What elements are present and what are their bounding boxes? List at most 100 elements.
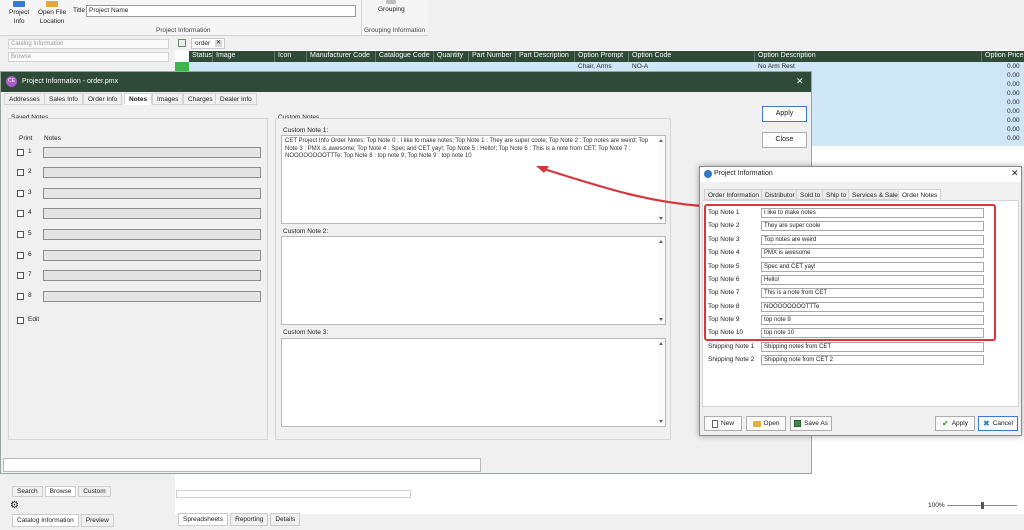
print-checkbox[interactable] xyxy=(17,272,24,279)
tab-order-info[interactable]: Order Info xyxy=(83,93,123,105)
tab-order-notes[interactable]: Order Notes xyxy=(898,189,942,200)
tab-dealer-info[interactable]: Dealer Info xyxy=(215,93,257,105)
tab-sales-info[interactable]: Sales Info xyxy=(44,93,83,105)
vertical-scrollbar[interactable] xyxy=(657,237,665,324)
col-option-price[interactable]: Option Price xyxy=(985,52,1024,59)
saved-note-field[interactable] xyxy=(43,167,261,178)
project-info-icon xyxy=(13,1,26,7)
tab-sold-to[interactable]: Sold to xyxy=(796,189,825,200)
tab-charges[interactable]: Charges xyxy=(183,93,218,105)
print-checkbox[interactable] xyxy=(17,190,24,197)
tab-notes[interactable]: Notes xyxy=(124,93,153,105)
tab-distributor[interactable]: Distributor xyxy=(761,189,799,200)
new-document-icon xyxy=(711,419,718,428)
tab-addresses[interactable]: Addresses xyxy=(4,93,45,105)
saved-note-field[interactable] xyxy=(43,270,261,281)
top-note-field[interactable]: They are super coole xyxy=(761,221,984,231)
top-note-field[interactable]: NOOOOOOOOTTTe xyxy=(761,302,984,312)
col-part-description[interactable]: Part Description xyxy=(519,52,569,59)
tab-spreadsheets[interactable]: Spreadsheets xyxy=(178,513,229,526)
edit-checkbox[interactable] xyxy=(17,317,24,324)
open-button[interactable]: Open xyxy=(746,416,786,431)
grouping-information-group-label: Grouping Information xyxy=(364,27,426,34)
browse-field[interactable]: Browse xyxy=(8,52,169,62)
custom-note-2-textarea[interactable] xyxy=(281,236,666,325)
app-icon xyxy=(704,170,712,178)
print-checkbox[interactable] xyxy=(17,149,24,156)
shipping-note-label: Shipping Note 1 xyxy=(708,343,755,350)
close-icon[interactable]: ✕ xyxy=(1011,168,1019,179)
saved-note-field[interactable] xyxy=(43,291,261,302)
print-checkbox[interactable] xyxy=(17,252,24,259)
shipping-note-field[interactable]: Shipping notes from CET xyxy=(761,342,984,352)
new-button[interactable]: New xyxy=(704,416,742,431)
saved-note-field[interactable] xyxy=(43,188,261,199)
apply-button[interactable]: Apply xyxy=(762,106,807,122)
open-file-location-button[interactable]: Open File Location xyxy=(38,1,66,26)
dialog-title-bar: Project Information ✕ xyxy=(700,167,1021,182)
top-note-field[interactable]: top note 10 xyxy=(761,328,984,338)
tab-details[interactable]: Details xyxy=(270,513,301,526)
col-option-code[interactable]: Option Code xyxy=(632,52,671,59)
print-checkbox[interactable] xyxy=(17,293,24,300)
top-note-field[interactable]: This is a note from CET xyxy=(761,288,984,298)
catalog-tabs: Search Browse Custom xyxy=(12,486,111,497)
grouping-button[interactable]: Grouping xyxy=(378,0,405,14)
close-button[interactable]: Close xyxy=(762,132,807,148)
col-image[interactable]: Image xyxy=(216,52,235,59)
project-information-group-label: Project Information xyxy=(156,27,211,34)
zoom-slider-thumb[interactable] xyxy=(981,502,984,509)
custom-note-3-textarea[interactable] xyxy=(281,338,666,427)
top-note-field[interactable]: PMX is awesome xyxy=(761,248,984,258)
tab-catalog-information[interactable]: Catalog Information xyxy=(12,514,79,527)
tab-search[interactable]: Search xyxy=(12,486,43,497)
col-part-number[interactable]: Part Number xyxy=(472,52,512,59)
col-quantity[interactable]: Quantity xyxy=(437,52,463,59)
tab-ship-to[interactable]: Ship to xyxy=(822,189,851,200)
print-checkbox[interactable] xyxy=(17,231,24,238)
top-note-field[interactable]: top note 9 xyxy=(761,315,984,325)
app-logo-icon: CE xyxy=(6,76,17,87)
top-note-field[interactable]: Spec and CET yay! xyxy=(761,262,984,272)
col-manufacturer-code[interactable]: Manufacturer Code xyxy=(310,52,370,59)
tab-custom[interactable]: Custom xyxy=(78,486,111,497)
project-title-input[interactable]: Project Name xyxy=(86,5,356,17)
saved-note-field[interactable] xyxy=(43,147,261,158)
tab-services-sales[interactable]: Services & Sales xyxy=(848,189,906,200)
bottom-input[interactable] xyxy=(3,458,481,472)
dialog-title: Project Information xyxy=(714,170,773,177)
gear-icon[interactable]: ⚙ xyxy=(10,500,19,511)
zoom-slider[interactable] xyxy=(947,502,1017,509)
vertical-scrollbar[interactable] xyxy=(657,339,665,426)
close-icon[interactable]: ✕ xyxy=(215,40,222,47)
top-note-label: Top Note 8 xyxy=(708,303,740,310)
col-status[interactable]: Status xyxy=(192,52,212,59)
top-note-field[interactable]: Top notes are weird xyxy=(761,235,984,245)
tab-reporting[interactable]: Reporting xyxy=(230,513,269,526)
save-as-button[interactable]: Save As xyxy=(790,416,832,431)
cancel-button[interactable]: ✖ Cancel xyxy=(978,416,1018,431)
tab-preview[interactable]: Preview xyxy=(80,514,114,527)
top-note-field[interactable]: Hello! xyxy=(761,275,984,285)
col-option-description[interactable]: Option Description xyxy=(758,52,816,59)
print-checkbox[interactable] xyxy=(17,210,24,217)
col-catalogue-code[interactable]: Catalogue Code xyxy=(379,52,430,59)
saved-note-field[interactable] xyxy=(43,208,261,219)
tab-order[interactable]: order ✕ xyxy=(191,38,225,49)
print-checkbox[interactable] xyxy=(17,169,24,176)
table-row[interactable]: Chair, Arms NO-A No Arm Rest 0.00 xyxy=(189,62,1024,71)
project-info-button[interactable]: Project Info xyxy=(9,1,29,26)
saved-note-field[interactable] xyxy=(43,229,261,240)
saved-note-field[interactable] xyxy=(43,250,261,261)
top-note-field[interactable]: I like to make notes xyxy=(761,208,984,218)
tab-browse[interactable]: Browse xyxy=(44,486,77,497)
horizontal-scrollbar[interactable] xyxy=(176,490,411,498)
catalog-information-field[interactable]: Catalog Information xyxy=(8,39,169,49)
col-option-prompt[interactable]: Option Prompt xyxy=(578,52,623,59)
apply-button[interactable]: ✔ Apply xyxy=(935,416,975,431)
close-icon[interactable]: ✕ xyxy=(796,76,804,87)
col-icon[interactable]: Icon xyxy=(278,52,291,59)
tab-images[interactable]: Images xyxy=(152,93,184,105)
shipping-note-field[interactable]: Shipping note from CET 2 xyxy=(761,355,984,365)
tab-order-information[interactable]: Order Information xyxy=(704,189,763,200)
